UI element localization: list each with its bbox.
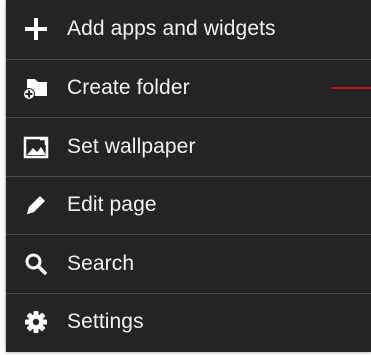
options-menu: Add apps and widgets Create folder Set w… [6, 0, 371, 352]
menu-item-edit-page[interactable]: Edit page [6, 175, 371, 235]
pencil-icon [23, 192, 49, 218]
menu-item-label: Create folder [67, 76, 190, 100]
gear-icon [23, 309, 49, 335]
menu-item-add-apps-and-widgets[interactable]: Add apps and widgets [6, 0, 371, 59]
menu-item-create-folder[interactable]: Create folder [6, 58, 371, 118]
menu-item-label: Search [67, 251, 135, 275]
menu-item-label: Set wallpaper [67, 134, 196, 158]
menu-item-label: Add apps and widgets [67, 17, 276, 41]
menu-item-set-wallpaper[interactable]: Set wallpaper [6, 117, 371, 176]
wallpaper-icon [23, 134, 49, 160]
menu-item-settings[interactable]: Settings [6, 292, 371, 352]
search-icon [23, 251, 49, 277]
annotation-pointer-line [331, 87, 371, 90]
menu-item-label: Edit page [67, 193, 157, 217]
menu-item-search[interactable]: Search [6, 234, 371, 293]
menu-item-label: Settings [67, 310, 144, 334]
create-folder-icon [23, 75, 49, 101]
plus-icon [23, 16, 49, 42]
